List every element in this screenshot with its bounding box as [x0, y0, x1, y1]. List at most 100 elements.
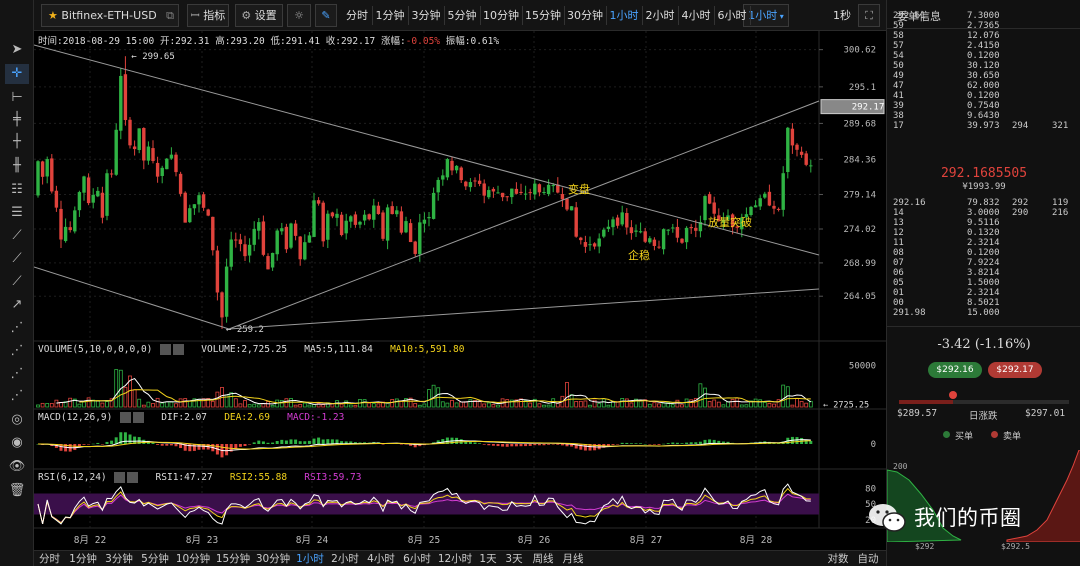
order-row[interactable]: 08 0.1200	[887, 248, 1080, 258]
timeframe-0[interactable]: 分时	[342, 4, 372, 27]
fullscreen-button[interactable]: ⛶	[858, 4, 880, 27]
period-2[interactable]: 3分钟	[101, 551, 137, 566]
fibonacci-fan-icon[interactable]: ⋰	[5, 364, 29, 384]
indicator-button[interactable]: ꟷ 指标	[187, 4, 229, 27]
timeframe-8[interactable]: 2小时	[642, 4, 678, 27]
draw-pencil-button[interactable]: ✎	[315, 4, 337, 27]
order-row[interactable]: 57 2.4150	[887, 41, 1080, 51]
macd-histogram-bar	[501, 444, 505, 447]
order-row[interactable]: 58 12.076	[887, 31, 1080, 41]
macd-close-icon[interactable]	[133, 412, 145, 423]
period-8[interactable]: 2小时	[327, 551, 363, 566]
period-5[interactable]: 15分钟	[213, 551, 253, 566]
order-row[interactable]: 12 0.1320	[887, 228, 1080, 238]
settings-button[interactable]: ⚙ 设置	[235, 4, 283, 27]
order-row[interactable]: 11 2.3214	[887, 238, 1080, 248]
order-row[interactable]: 291.98 15.000	[887, 308, 1080, 318]
ray-line-icon[interactable]: ⟋	[5, 272, 29, 292]
period-14[interactable]: 周线	[527, 551, 559, 566]
order-row[interactable]: 54 0.1200	[887, 51, 1080, 61]
order-row[interactable]: 292.61 7.3000	[887, 11, 1080, 21]
order-row[interactable]: 00 8.5021	[887, 298, 1080, 308]
order-row[interactable]: 06 3.8214	[887, 268, 1080, 278]
price-tick-label: 268.99	[843, 259, 876, 269]
period-3[interactable]: 5分钟	[137, 551, 173, 566]
rsi-settings-icon[interactable]	[114, 472, 126, 483]
period-6[interactable]: 30分钟	[253, 551, 293, 566]
eye-icon[interactable]: 👁	[5, 457, 29, 477]
horizontal-channel-icon[interactable]: ☰	[5, 203, 29, 223]
timeframe-7[interactable]: 1小时	[606, 4, 642, 27]
order-row[interactable]: 292.16 79.832 292 119	[887, 198, 1080, 208]
auto-scale-button[interactable]: 自动	[854, 551, 882, 566]
order-row[interactable]: 07 7.9224	[887, 258, 1080, 268]
pointer-icon[interactable]: ➤	[5, 40, 29, 60]
parallel-channel-icon[interactable]: ☷	[5, 180, 29, 200]
order-row[interactable]: 50 30.120	[887, 61, 1080, 71]
theme-button[interactable]: ☼	[287, 4, 311, 27]
ask-price-pill[interactable]: $292.17	[988, 362, 1042, 378]
period-1[interactable]: 1分钟	[65, 551, 101, 566]
period-bar: 分时 1分钟 3分钟 5分钟 10分钟 15分钟 30分钟 1小时 2小时 4小时 6小时 12小时 1…	[34, 550, 886, 566]
speed-resistance-icon[interactable]: ⋰	[5, 386, 29, 406]
order-row[interactable]: 47 62.000	[887, 81, 1080, 91]
order-row[interactable]: 01 2.3214	[887, 288, 1080, 298]
timeframe-2[interactable]: 3分钟	[408, 4, 444, 27]
arrow-line-icon[interactable]: ↗	[5, 295, 29, 315]
volume-settings-icon[interactable]	[160, 344, 172, 355]
star-icon[interactable]: ★	[48, 9, 58, 22]
macd-histogram-bar	[528, 444, 532, 446]
period-15[interactable]: 月线	[559, 551, 587, 566]
extended-line-icon[interactable]: ⟋	[5, 249, 29, 269]
timeframe-3[interactable]: 5分钟	[444, 4, 480, 27]
refresh-interval[interactable]: 1秒	[830, 4, 854, 27]
period-10[interactable]: 6小时	[399, 551, 435, 566]
external-window-icon[interactable]: ⧉	[166, 5, 174, 26]
horizontal-line-icon[interactable]: ╪	[5, 110, 29, 130]
order-row[interactable]: 14 3.0000 290 216	[887, 208, 1080, 218]
order-row[interactable]: 13 9.5116	[887, 218, 1080, 228]
order-row[interactable]: 41 0.1200	[887, 91, 1080, 101]
chart-area[interactable]: 300.62 295.1 289.68 284.36 279.14 274.02 268.9…	[34, 31, 886, 550]
order-row[interactable]: 39 0.7540	[887, 101, 1080, 111]
trash-icon[interactable]: 🗑	[5, 481, 29, 501]
timeframe-1[interactable]: 1分钟	[372, 4, 408, 27]
period-0[interactable]: 分时	[34, 551, 65, 566]
timeframe-6[interactable]: 30分钟	[564, 4, 606, 27]
macd-settings-icon[interactable]	[120, 412, 132, 423]
order-amount: 30.120	[967, 61, 1000, 71]
volume-close-icon[interactable]	[173, 344, 185, 355]
timeframe-4[interactable]: 10分钟	[480, 4, 522, 27]
spiral-icon[interactable]: ◎	[5, 410, 29, 430]
symbol-selector[interactable]: ★ Bitfinex-ETH-USD ⧉	[41, 4, 179, 27]
period-11[interactable]: 12小时	[435, 551, 475, 566]
volume-bar	[578, 400, 583, 408]
bid-price-pill[interactable]: $292.16	[928, 362, 982, 378]
period-13[interactable]: 3天	[501, 551, 527, 566]
fan-lines-icon[interactable]: ⋰	[5, 318, 29, 338]
period-12[interactable]: 1天	[475, 551, 501, 566]
timeframe-5[interactable]: 15分钟	[522, 4, 564, 27]
gann-fan-icon[interactable]: ⋰	[5, 341, 29, 361]
order-row[interactable]: 38 9.6430	[887, 111, 1080, 121]
timeframe-9[interactable]: 4小时	[678, 4, 714, 27]
candle-body	[358, 221, 362, 225]
crosshair-icon[interactable]: ✛	[5, 64, 29, 84]
rsi-close-icon[interactable]	[127, 472, 139, 483]
vertical-line-icon[interactable]: ┼	[5, 132, 29, 152]
timeframe-10[interactable]: 6小时	[714, 4, 750, 27]
period-4[interactable]: 10分钟	[173, 551, 213, 566]
order-row[interactable]: 05 1.5000	[887, 278, 1080, 288]
candle-body	[197, 195, 201, 205]
order-row[interactable]: 17 39.973 294 321	[887, 121, 1080, 131]
period-9[interactable]: 4小时	[363, 551, 399, 566]
circle-icon[interactable]: ◉	[5, 433, 29, 453]
order-row[interactable]: 59 2.7365	[887, 21, 1080, 31]
horizontal-ray-icon[interactable]: ⊢	[5, 88, 29, 108]
price-line-icon[interactable]: ╫	[5, 156, 29, 176]
log-scale-button[interactable]: 对数	[824, 551, 852, 566]
period-7[interactable]: 1小时	[293, 551, 327, 566]
volume-bar	[431, 384, 436, 408]
order-row[interactable]: 49 30.650	[887, 71, 1080, 81]
trend-line-icon[interactable]: ⟋	[5, 226, 29, 246]
